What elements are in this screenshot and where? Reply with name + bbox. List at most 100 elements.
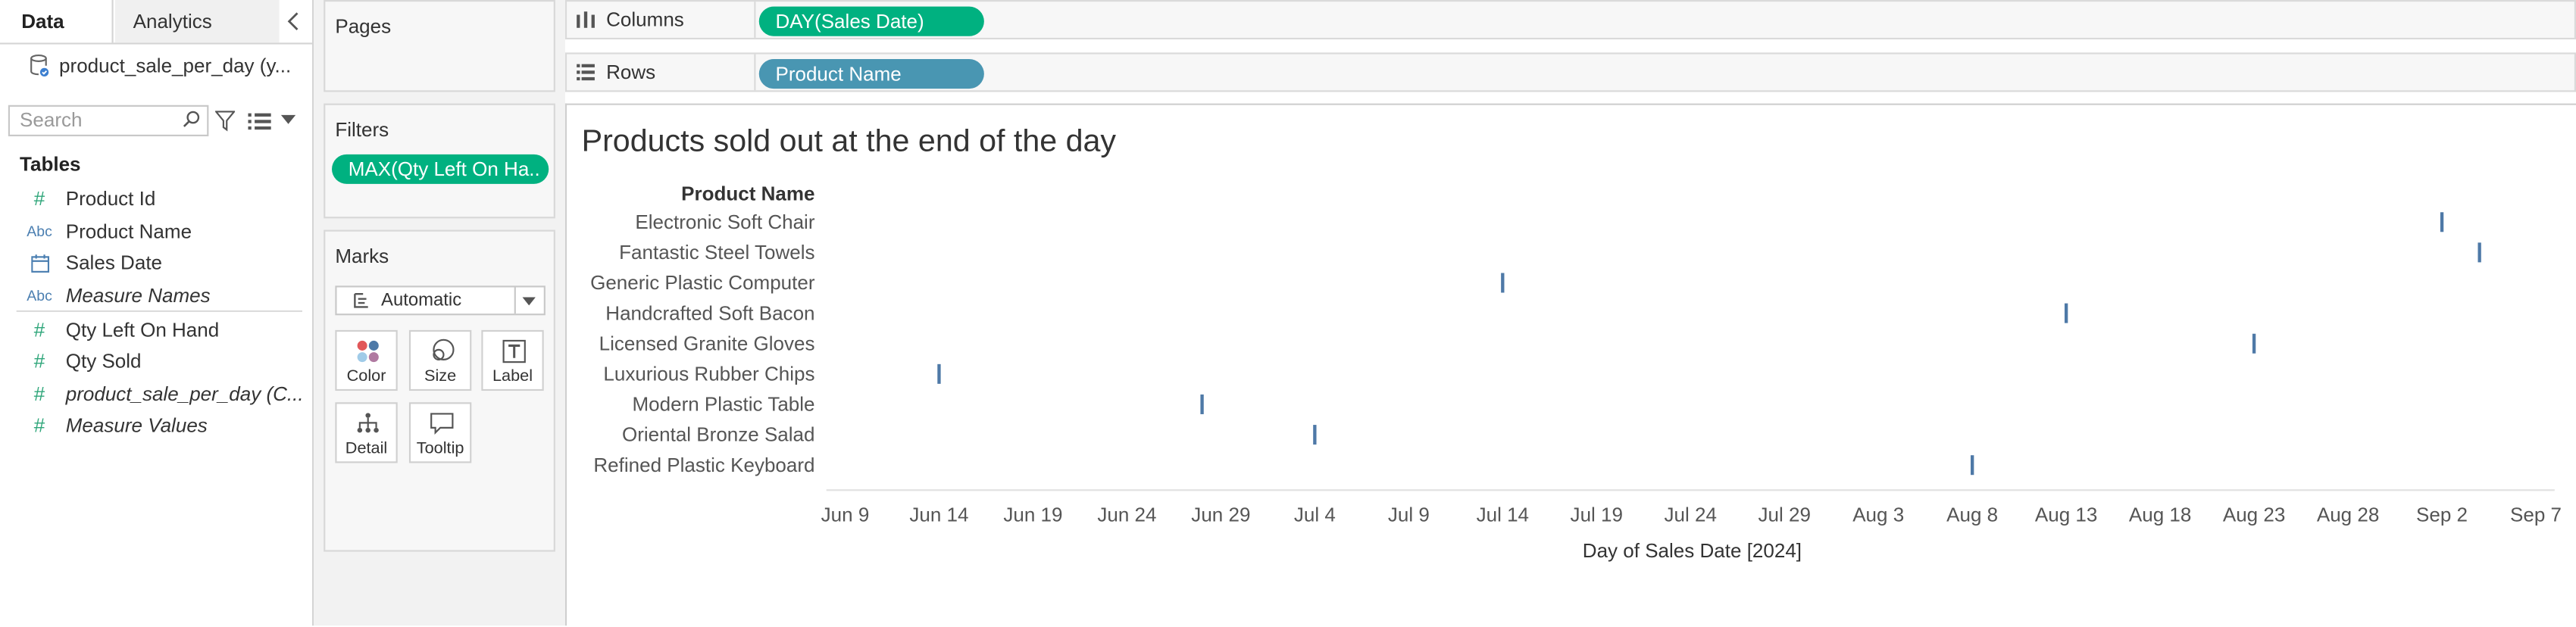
field-sales-date[interactable]: Sales Date bbox=[25, 248, 162, 277]
x-axis-title: Day of Sales Date [2024] bbox=[1583, 539, 1802, 562]
tables-header: Tables bbox=[20, 152, 81, 176]
field-product-id[interactable]: # Product Id bbox=[25, 184, 156, 214]
calendar-icon bbox=[25, 254, 55, 272]
filters-shelf[interactable]: Filters MAX(Qty Left On Ha.. bbox=[324, 103, 555, 219]
collapse-pane-icon[interactable] bbox=[286, 11, 302, 31]
color-button[interactable]: Color bbox=[335, 329, 398, 391]
x-tick-label: Sep 2 bbox=[2416, 503, 2468, 526]
x-tick-label: Aug 8 bbox=[1946, 503, 1998, 526]
x-tick-label: Jun 24 bbox=[1097, 503, 1156, 526]
row-label: Handcrafted Soft Bacon bbox=[605, 301, 814, 324]
field-qty-left-on-hand[interactable]: # Qty Left On Hand bbox=[25, 315, 220, 345]
field-measure-names[interactable]: Abc Measure Names bbox=[25, 281, 211, 310]
x-tick-label: Jul 14 bbox=[1477, 503, 1529, 526]
divider bbox=[514, 287, 516, 314]
tooltip-label: Tooltip bbox=[416, 440, 464, 458]
field-measure-values[interactable]: # Measure Values bbox=[25, 410, 208, 440]
x-tick-label: Jul 19 bbox=[1571, 503, 1623, 526]
x-tick-label: Aug 3 bbox=[1852, 503, 1904, 526]
data-pane: Data Analytics product_sale_per_day (y..… bbox=[0, 0, 314, 626]
detail-icon bbox=[357, 413, 379, 433]
tab-analytics[interactable]: Analytics bbox=[114, 0, 280, 43]
mark-type-label: Automatic bbox=[381, 290, 462, 310]
number-type-icon: # bbox=[33, 413, 45, 437]
row-label: Oriental Bronze Salad bbox=[622, 423, 815, 446]
marks-title: Marks bbox=[335, 245, 389, 268]
tab-data[interactable]: Data bbox=[0, 0, 114, 43]
mark-type-dropdown[interactable]: Automatic bbox=[335, 285, 546, 316]
columns-text: Columns bbox=[606, 8, 684, 32]
row-label: Licensed Granite Gloves bbox=[599, 332, 815, 354]
number-type-icon: # bbox=[33, 187, 45, 211]
viz-sheet: Products sold out at the end of the day … bbox=[564, 103, 2576, 626]
field-label: product_sale_per_day (C... bbox=[65, 382, 304, 406]
automatic-mark-icon bbox=[354, 292, 368, 308]
view-options-icon[interactable] bbox=[248, 111, 271, 130]
columns-shelf[interactable]: Columns DAY(Sales Date) bbox=[564, 0, 2576, 40]
field-label: Product Name bbox=[65, 220, 192, 243]
datasource[interactable]: product_sale_per_day (y... bbox=[30, 52, 291, 79]
detail-button[interactable]: Detail bbox=[335, 402, 398, 463]
x-tick-label: Aug 13 bbox=[2035, 503, 2097, 526]
label-button[interactable]: Label bbox=[481, 329, 544, 391]
field-qty-sold[interactable]: # Qty Sold bbox=[25, 347, 142, 376]
rows-icon bbox=[577, 64, 595, 81]
string-type-icon: Abc bbox=[27, 223, 52, 240]
x-tick-label: Sep 7 bbox=[2510, 503, 2562, 526]
row-label: Luxurious Rubber Chips bbox=[603, 363, 814, 385]
search-input[interactable]: Search bbox=[8, 104, 209, 136]
field-label: Product Id bbox=[65, 187, 156, 211]
pane-tabs: Data Analytics bbox=[0, 0, 312, 45]
field-label: Measure Values bbox=[65, 413, 208, 437]
pages-shelf[interactable]: Pages bbox=[324, 0, 555, 92]
x-tick-label: Aug 28 bbox=[2317, 503, 2379, 526]
search-row: Search bbox=[8, 104, 304, 138]
field-label: Sales Date bbox=[65, 251, 163, 275]
label-label: Label bbox=[492, 367, 533, 386]
columns-pill[interactable]: DAY(Sales Date) bbox=[758, 6, 984, 36]
size-label: Size bbox=[424, 367, 457, 386]
x-tick-label: Jun 19 bbox=[1003, 503, 1062, 526]
string-type-icon: Abc bbox=[27, 287, 52, 304]
pages-title: Pages bbox=[335, 14, 392, 38]
filter-pill[interactable]: MAX(Qty Left On Ha.. bbox=[332, 154, 549, 184]
x-tick-label: Jul 9 bbox=[1388, 503, 1430, 526]
columns-label: Columns bbox=[567, 2, 756, 38]
x-tick-label: Jul 24 bbox=[1665, 503, 1717, 526]
color-icon bbox=[357, 340, 379, 363]
field-label: Qty Sold bbox=[65, 349, 142, 373]
datasource-name: product_sale_per_day (y... bbox=[59, 54, 292, 77]
search-icon[interactable] bbox=[183, 110, 201, 128]
x-tick-label: Jul 29 bbox=[1758, 503, 1811, 526]
x-tick-label: Aug 23 bbox=[2223, 503, 2285, 526]
row-header: Product Name bbox=[681, 182, 814, 205]
detail-label: Detail bbox=[345, 440, 388, 458]
row-label: Modern Plastic Table bbox=[632, 393, 814, 416]
size-button[interactable]: Size bbox=[408, 329, 472, 391]
field-count[interactable]: # product_sale_per_day (C... bbox=[25, 379, 304, 409]
text-label-icon bbox=[502, 339, 526, 363]
columns-icon bbox=[577, 11, 595, 28]
number-type-icon: # bbox=[33, 318, 45, 342]
row-label: Generic Plastic Computer bbox=[590, 271, 815, 294]
x-tick-label: Jul 4 bbox=[1294, 503, 1336, 526]
size-icon bbox=[433, 338, 455, 360]
x-tick-label: Aug 18 bbox=[2129, 503, 2191, 526]
chevron-down-icon bbox=[522, 297, 536, 306]
tableau-workspace: Data Analytics product_sale_per_day (y..… bbox=[0, 0, 2576, 626]
field-product-name[interactable]: Abc Product Name bbox=[25, 217, 192, 246]
filter-icon[interactable] bbox=[215, 110, 236, 132]
x-tick-label: Jun 14 bbox=[909, 503, 968, 526]
filters-title: Filters bbox=[335, 118, 389, 142]
row-label: Electronic Soft Chair bbox=[635, 211, 814, 233]
marks-card: Marks Automatic Color Size Label Detail … bbox=[324, 229, 555, 552]
rows-shelf[interactable]: Rows Product Name bbox=[564, 52, 2576, 92]
rows-label: Rows bbox=[567, 54, 756, 91]
tooltip-icon bbox=[430, 413, 454, 435]
divider bbox=[16, 310, 302, 312]
chevron-down-icon[interactable] bbox=[280, 114, 296, 125]
tooltip-button[interactable]: Tooltip bbox=[408, 402, 472, 463]
field-label: Measure Names bbox=[65, 284, 211, 307]
number-type-icon: # bbox=[33, 349, 45, 373]
rows-pill[interactable]: Product Name bbox=[758, 59, 984, 89]
